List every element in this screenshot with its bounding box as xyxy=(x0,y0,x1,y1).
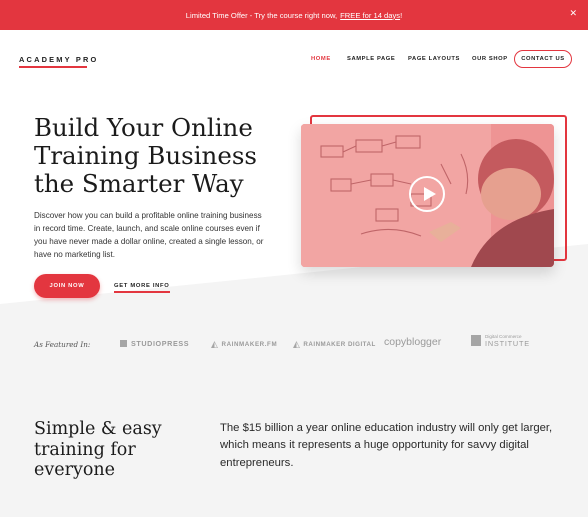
hero-title-line: Build Your Online xyxy=(34,113,253,142)
copyblogger-logo: copyblogger xyxy=(384,336,441,348)
get-more-info-underline xyxy=(114,291,170,293)
section-title-line: Simple & easy xyxy=(34,419,162,439)
announcement-bar: Limited Time Offer - Try the course righ… xyxy=(0,0,588,30)
rainmaker-fm-logo: ◭ RAINMAKER.FM xyxy=(211,339,277,350)
dcinstitute-logo-icon xyxy=(471,335,481,347)
section-description: The $15 billion a year online education … xyxy=(220,422,553,469)
logo-underline xyxy=(19,66,87,68)
announcement-text: Limited Time Offer - Try the course righ… xyxy=(185,10,338,20)
hero-title: Build Your Online Training Business the … xyxy=(34,114,284,198)
section-title: Simple & easy training for everyone xyxy=(34,419,174,481)
announcement-suffix: ! xyxy=(400,10,403,20)
hero-description: Discover how you can build a profitable … xyxy=(34,211,264,259)
close-icon[interactable]: ✕ xyxy=(569,9,577,18)
digital-commerce-institute-logo: Digital Commerce INSTITUTE xyxy=(471,334,530,348)
nav-home[interactable]: HOME xyxy=(311,56,331,62)
brand-name: INSTITUTE xyxy=(485,338,530,348)
nav-sample-page[interactable]: SAMPLE PAGE xyxy=(347,56,395,62)
studiopress-logo-icon xyxy=(120,340,127,347)
section-title-line: everyone xyxy=(34,460,116,480)
featured-label: As Featured In: xyxy=(34,340,91,349)
studiopress-logo: STUDIOPRESS xyxy=(120,339,189,348)
section-title-line: training for xyxy=(34,439,136,460)
brand-name: RAINMAKER.FM xyxy=(221,341,278,348)
nav-our-shop[interactable]: OUR SHOP xyxy=(472,56,508,62)
contact-us-button[interactable]: CONTACT US xyxy=(514,50,572,68)
join-now-button[interactable]: JOIN NOW xyxy=(34,274,100,298)
rainmaker-logo-icon: ◭ xyxy=(293,339,301,349)
nav-page-layouts[interactable]: PAGE LAYOUTS xyxy=(408,56,460,62)
site-logo[interactable]: ACADEMY PRO xyxy=(19,55,99,64)
rainmaker-logo-icon: ◭ xyxy=(211,339,219,349)
brand-name: RAINMAKER DIGITAL xyxy=(303,341,376,348)
get-more-info-link[interactable]: GET MORE INFO xyxy=(114,283,169,289)
free-trial-link[interactable]: FREE for 14 days xyxy=(340,11,400,20)
rainmaker-digital-logo: ◭ RAINMAKER DIGITAL xyxy=(293,339,376,350)
hero-title-line: Training Business xyxy=(34,141,257,170)
play-icon[interactable] xyxy=(409,176,445,212)
brand-name: STUDIOPRESS xyxy=(131,339,190,348)
brand-name: copyblogger xyxy=(384,336,442,348)
hero-title-line: the Smarter Way xyxy=(34,169,244,198)
